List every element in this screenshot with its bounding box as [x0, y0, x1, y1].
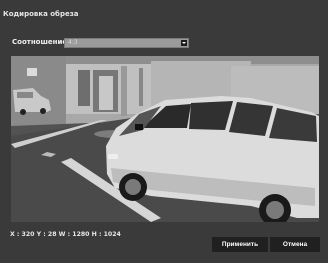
video-preview[interactable]	[11, 56, 319, 222]
apply-button[interactable]: Применить	[212, 237, 268, 252]
crop-encoding-dialog: Кодировка обреза Соотношение 4:3 X: 320…	[0, 0, 328, 263]
dialog-title: Кодировка обреза	[3, 10, 79, 18]
cancel-button[interactable]: Отмена	[270, 237, 320, 252]
crop-coordinates: X : 320 Y : 28 W : 1280 H : 1024	[10, 231, 121, 238]
parking-garage-image	[11, 56, 319, 222]
ratio-label: Соотношение	[12, 38, 68, 46]
chevron-down-icon[interactable]	[181, 40, 187, 46]
ratio-select-value: 4:3	[68, 39, 78, 46]
ratio-select[interactable]: 4:3	[64, 38, 189, 48]
